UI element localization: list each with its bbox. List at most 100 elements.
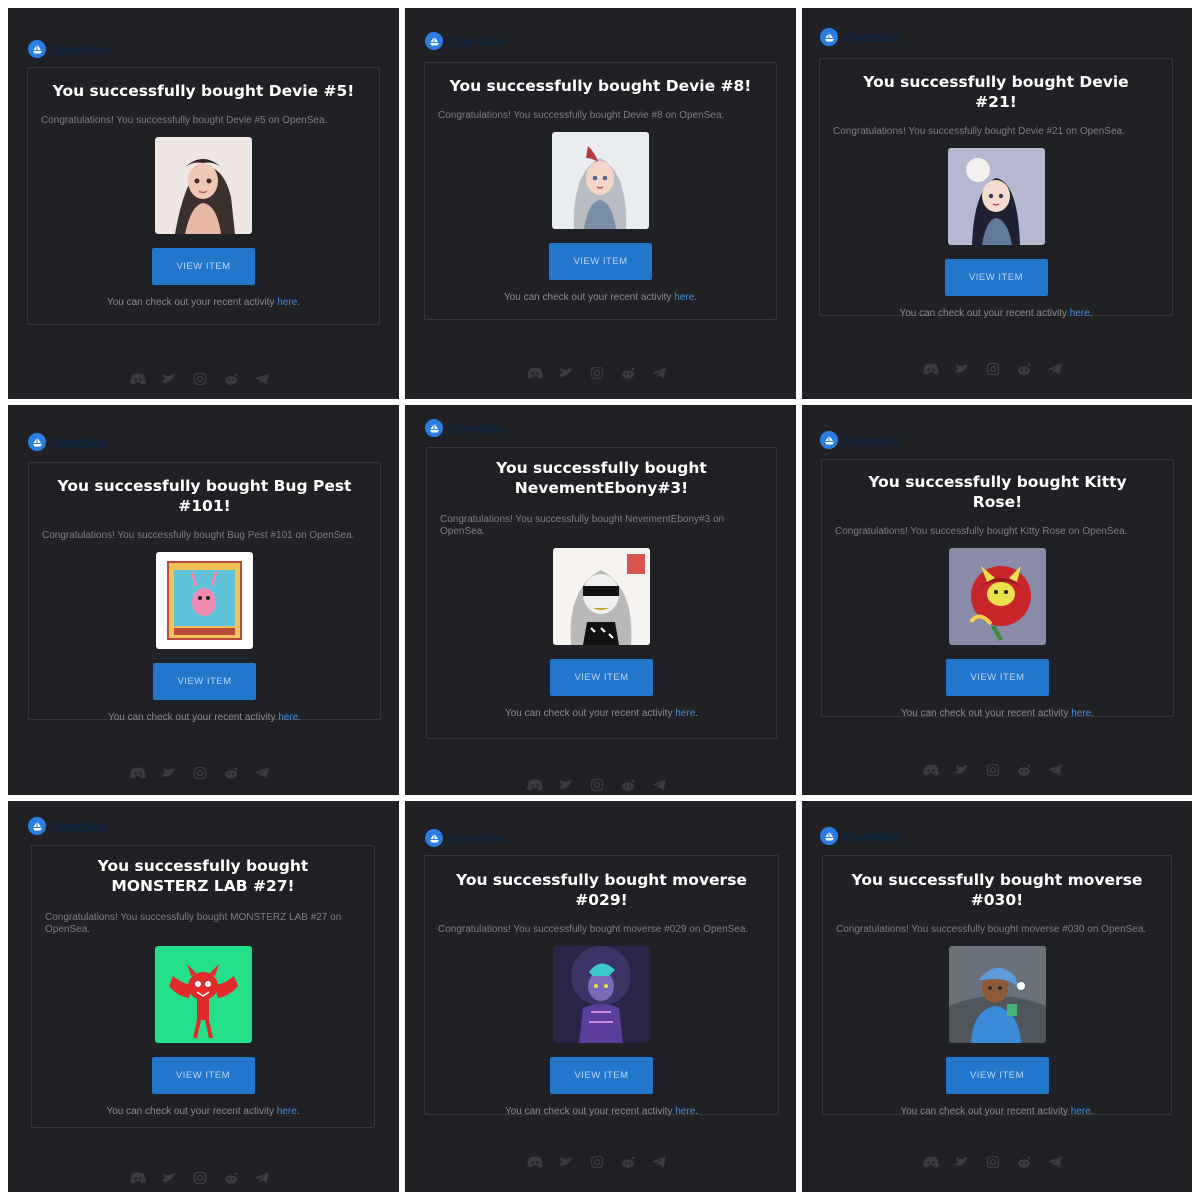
- activity-here-link[interactable]: here: [675, 708, 695, 719]
- discord-icon[interactable]: [922, 764, 940, 776]
- reddit-icon[interactable]: [1015, 764, 1033, 776]
- activity-here-link[interactable]: here: [675, 1106, 695, 1117]
- opensea-logo[interactable]: OpenSea: [425, 32, 505, 50]
- opensea-logo[interactable]: OpenSea: [28, 40, 108, 58]
- telegram-icon[interactable]: [650, 367, 668, 379]
- twitter-icon[interactable]: [557, 1156, 575, 1168]
- opensea-ship-icon: [820, 28, 838, 46]
- discord-icon[interactable]: [526, 779, 544, 791]
- view-item-button[interactable]: VIEW ITEM: [945, 1057, 1049, 1094]
- instagram-icon[interactable]: [191, 1172, 209, 1184]
- view-item-button[interactable]: VIEW ITEM: [550, 659, 653, 696]
- reddit-icon[interactable]: [619, 1156, 637, 1168]
- telegram-icon[interactable]: [650, 1156, 668, 1168]
- telegram-icon[interactable]: [1046, 764, 1064, 776]
- nft-image[interactable]: [553, 946, 650, 1043]
- discord-icon[interactable]: [922, 1156, 940, 1168]
- activity-here-link[interactable]: here: [1071, 1106, 1091, 1117]
- instagram-icon[interactable]: [984, 1156, 1002, 1168]
- email-screenshot-grid: OpenSea You successfully bought Devie #5…: [0, 0, 1200, 1200]
- activity-here-link[interactable]: here: [277, 297, 297, 308]
- instagram-icon[interactable]: [191, 767, 209, 779]
- twitter-icon[interactable]: [557, 779, 575, 791]
- brand-name: OpenSea: [843, 828, 901, 844]
- opensea-logo[interactable]: OpenSea: [820, 431, 900, 449]
- opensea-logo[interactable]: OpenSea: [425, 419, 505, 437]
- discord-icon[interactable]: [129, 767, 147, 779]
- telegram-icon[interactable]: [253, 767, 271, 779]
- twitter-icon[interactable]: [953, 764, 971, 776]
- email-panel: OpenSea You successfully bought Kitty Ro…: [802, 405, 1192, 795]
- view-item-button[interactable]: VIEW ITEM: [153, 663, 256, 700]
- discord-icon[interactable]: [526, 367, 544, 379]
- opensea-logo[interactable]: OpenSea: [28, 817, 108, 835]
- telegram-icon[interactable]: [253, 373, 271, 385]
- telegram-icon[interactable]: [1046, 363, 1064, 375]
- activity-here-link[interactable]: here: [1070, 308, 1090, 319]
- telegram-icon[interactable]: [650, 779, 668, 791]
- social-links: [922, 1156, 1064, 1168]
- telegram-icon[interactable]: [1046, 1156, 1064, 1168]
- discord-icon[interactable]: [922, 363, 940, 375]
- telegram-icon[interactable]: [253, 1172, 271, 1184]
- opensea-ship-icon: [425, 829, 443, 847]
- purchase-card: You successfully bought Devie #21! Congr…: [819, 58, 1173, 319]
- activity-here-link[interactable]: here: [277, 1106, 297, 1117]
- twitter-icon[interactable]: [160, 767, 178, 779]
- recent-activity-text: You can check out your recent activity h…: [32, 1106, 374, 1117]
- view-item-button[interactable]: VIEW ITEM: [946, 659, 1049, 696]
- activity-here-link[interactable]: here: [674, 292, 694, 303]
- recent-activity-text: You can check out your recent activity h…: [425, 1106, 778, 1117]
- reddit-icon[interactable]: [619, 367, 637, 379]
- nft-image[interactable]: [154, 946, 252, 1043]
- opensea-ship-icon: [820, 827, 838, 845]
- discord-icon[interactable]: [129, 373, 147, 385]
- activity-here-link[interactable]: here: [1071, 708, 1091, 719]
- twitter-icon[interactable]: [953, 363, 971, 375]
- opensea-logo[interactable]: OpenSea: [28, 433, 108, 451]
- nft-image[interactable]: [155, 137, 252, 234]
- instagram-icon[interactable]: [984, 363, 1002, 375]
- view-item-button[interactable]: VIEW ITEM: [944, 259, 1048, 296]
- nft-image[interactable]: [947, 148, 1045, 245]
- nft-image[interactable]: [949, 548, 1046, 645]
- twitter-icon[interactable]: [557, 367, 575, 379]
- instagram-icon[interactable]: [191, 373, 209, 385]
- opensea-logo[interactable]: OpenSea: [425, 829, 505, 847]
- reddit-icon[interactable]: [1015, 1156, 1033, 1168]
- twitter-icon[interactable]: [953, 1156, 971, 1168]
- discord-icon[interactable]: [129, 1172, 147, 1184]
- opensea-logo[interactable]: OpenSea: [820, 827, 900, 845]
- email-panel: OpenSea You successfully bought moverse …: [405, 801, 796, 1192]
- reddit-icon[interactable]: [222, 1172, 240, 1184]
- nft-image[interactable]: [948, 946, 1046, 1043]
- recent-activity-text: You can check out your recent activity h…: [28, 297, 379, 308]
- twitter-icon[interactable]: [160, 1172, 178, 1184]
- instagram-icon[interactable]: [588, 779, 606, 791]
- instagram-icon[interactable]: [588, 1156, 606, 1168]
- congrats-message: Congratulations! You successfully bought…: [833, 126, 1125, 137]
- discord-icon[interactable]: [526, 1156, 544, 1168]
- activity-prefix: You can check out your recent activity: [503, 292, 675, 303]
- reddit-icon[interactable]: [222, 767, 240, 779]
- reddit-icon[interactable]: [1015, 363, 1033, 375]
- reddit-icon[interactable]: [222, 373, 240, 385]
- congrats-message: Congratulations! You successfully bought…: [835, 526, 1128, 537]
- instagram-icon[interactable]: [984, 764, 1002, 776]
- view-item-button[interactable]: VIEW ITEM: [549, 243, 652, 280]
- view-item-button[interactable]: VIEW ITEM: [151, 1057, 255, 1094]
- opensea-logo[interactable]: OpenSea: [820, 28, 900, 46]
- activity-here-link[interactable]: here: [278, 712, 298, 723]
- email-panel: OpenSea You successfully bought Devie #2…: [802, 8, 1192, 399]
- nft-image[interactable]: [552, 132, 649, 229]
- recent-activity-text: You can check out your recent activity h…: [29, 712, 380, 723]
- recent-activity-text: You can check out your recent activity h…: [823, 1106, 1171, 1117]
- reddit-icon[interactable]: [619, 779, 637, 791]
- view-item-button[interactable]: VIEW ITEM: [152, 248, 255, 285]
- activity-suffix: .: [297, 297, 301, 308]
- nft-image[interactable]: [156, 552, 253, 649]
- twitter-icon[interactable]: [160, 373, 178, 385]
- view-item-button[interactable]: VIEW ITEM: [550, 1057, 653, 1094]
- instagram-icon[interactable]: [588, 367, 606, 379]
- nft-image[interactable]: [553, 548, 650, 645]
